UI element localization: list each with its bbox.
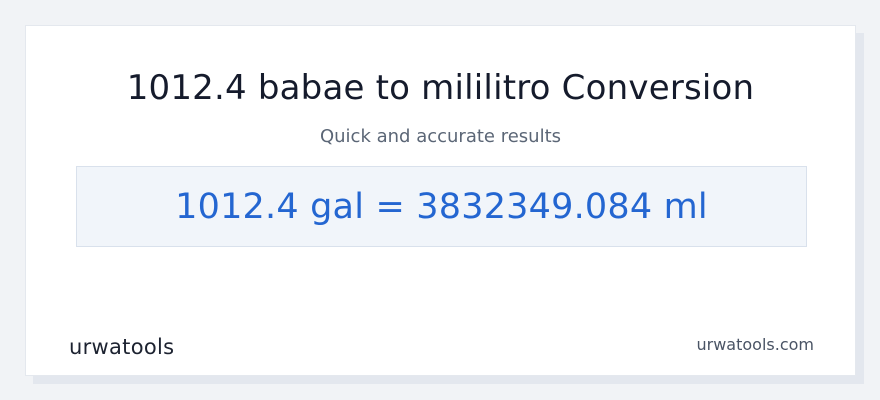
logo-text-part1: urwat	[69, 335, 131, 359]
logo-text-part2: ools	[130, 335, 175, 359]
page-title: 1012.4 babae to mililitro Conversion	[126, 68, 755, 108]
result-box: 1012.4 gal = 3832349.084 ml	[76, 166, 807, 247]
site-url: urwatools.com	[696, 335, 815, 354]
conversion-card: 1012.4 babae to mililitro Conversion Qui…	[25, 25, 856, 376]
urwatools-logo: urwatools	[69, 335, 174, 359]
page-subtitle: Quick and accurate results	[319, 126, 562, 147]
conversion-result: 1012.4 gal = 3832349.084 ml	[175, 186, 708, 227]
